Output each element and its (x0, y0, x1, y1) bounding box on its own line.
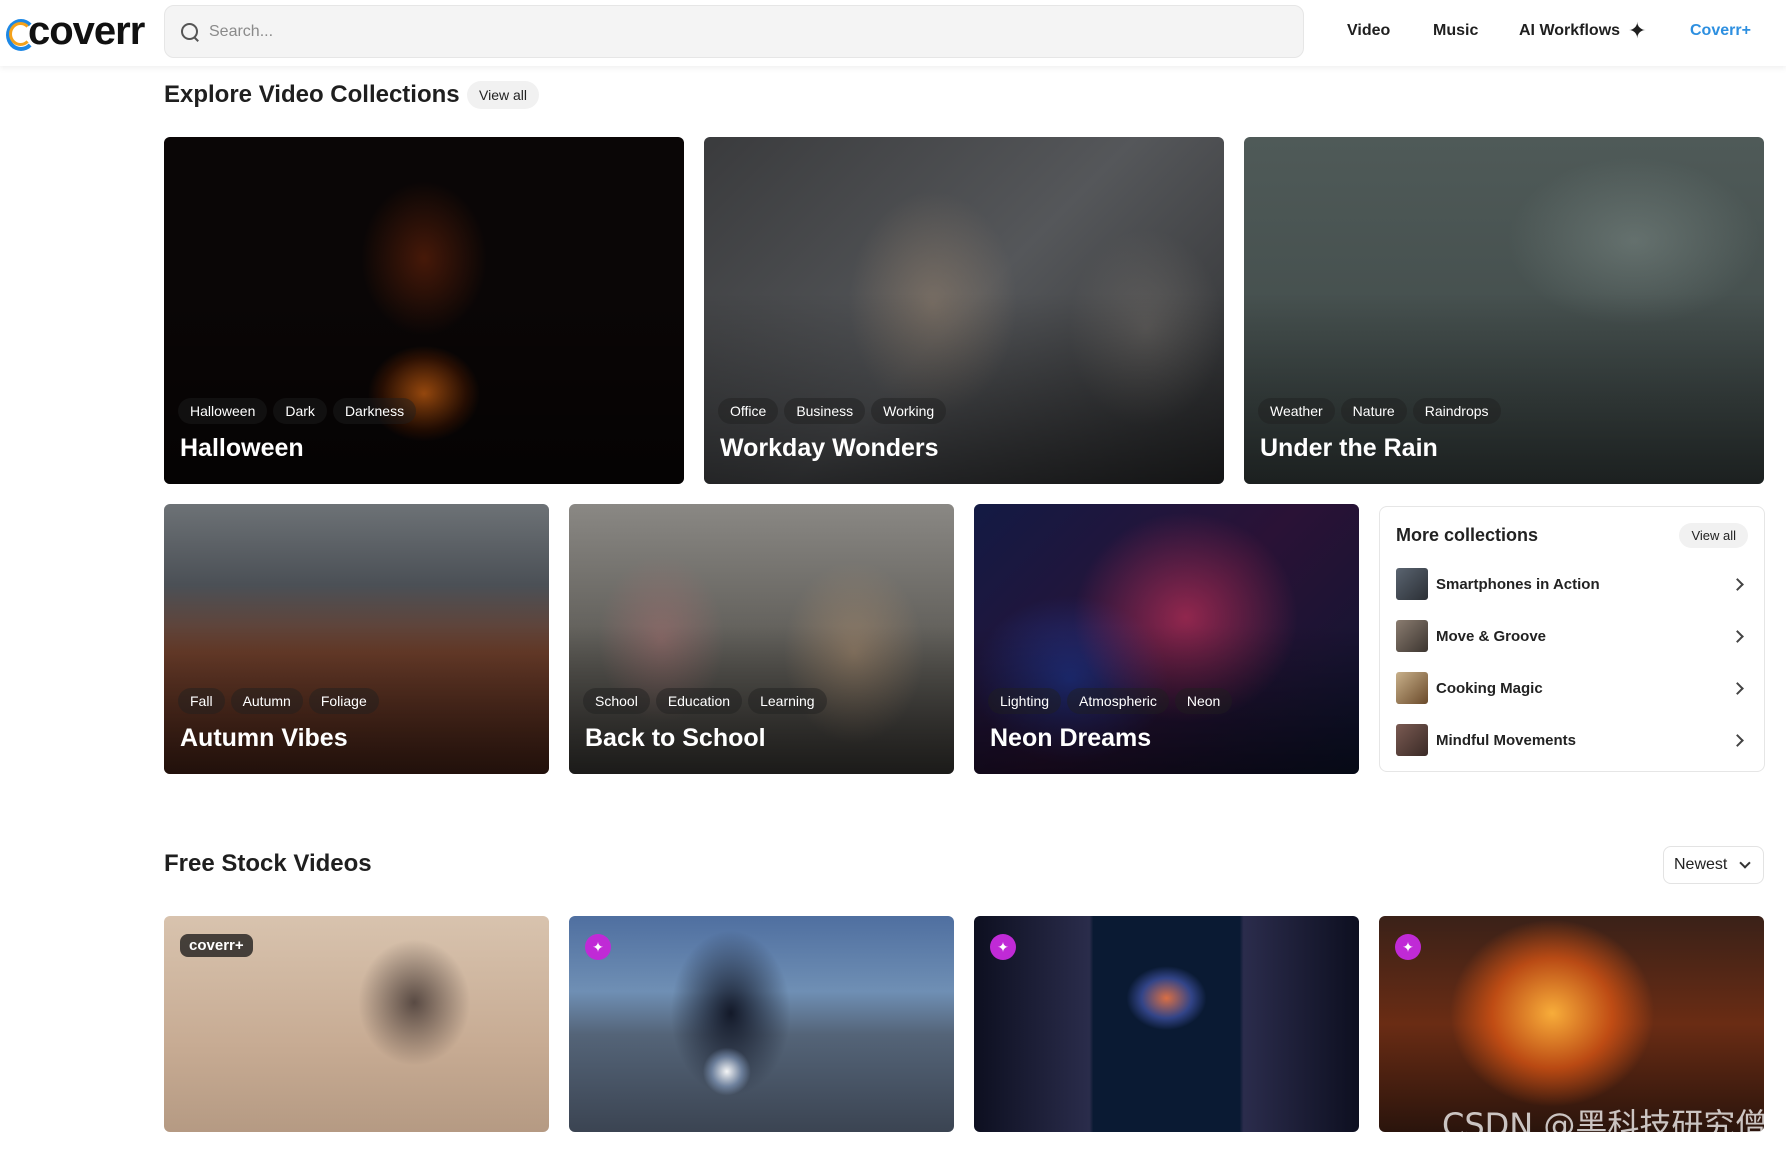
video-thumbnail (974, 916, 1359, 1132)
tag[interactable]: School (583, 688, 650, 714)
nav-video[interactable]: Video (1347, 18, 1390, 44)
card-tags: Weather Nature Raindrops (1258, 398, 1501, 424)
tag[interactable]: Working (871, 398, 947, 424)
collection-card-neon-dreams[interactable]: Lighting Atmospheric Neon Neon Dreams (974, 504, 1359, 774)
search-icon (181, 22, 199, 41)
more-collection-item[interactable]: Move & Groove (1396, 619, 1748, 653)
tag[interactable]: Fall (178, 688, 225, 714)
more-collection-label: Move & Groove (1436, 627, 1547, 645)
card-title: Halloween (180, 434, 304, 462)
nav-music[interactable]: Music (1433, 18, 1478, 44)
video-thumbnail (569, 916, 954, 1132)
more-collection-label: Smartphones in Action (1436, 575, 1600, 593)
logo-text: coverr (28, 9, 145, 53)
more-collections-view-all-button[interactable]: View all (1679, 523, 1748, 548)
ai-sparkle-icon: ✦ (990, 934, 1016, 960)
watermark: CSDN @黑科技研究僧 (1442, 1106, 1768, 1144)
tag[interactable]: Autumn (230, 688, 303, 714)
card-tags: Lighting Atmospheric Neon (988, 688, 1233, 714)
top-header: coverr Video Music AI Workflows ✦ Coverr… (0, 0, 1786, 66)
free-stock-title: Free Stock Videos (164, 850, 372, 877)
more-collection-label: Cooking Magic (1436, 679, 1543, 697)
tag[interactable]: Halloween (178, 398, 268, 424)
more-collection-label: Mindful Movements (1436, 731, 1577, 749)
video-card[interactable]: ✦ (569, 916, 954, 1132)
nav-ai-workflows[interactable]: AI Workflows ✦ (1519, 18, 1646, 44)
card-title: Back to School (585, 724, 766, 752)
tag[interactable]: Atmospheric (1067, 688, 1169, 714)
more-collection-item[interactable]: Cooking Magic (1396, 671, 1748, 705)
chevron-down-icon (1739, 857, 1752, 869)
more-collections-panel: More collections View all Smartphones in… (1379, 506, 1765, 772)
tag[interactable]: Business (784, 398, 866, 424)
card-tags: Fall Autumn Foliage (178, 688, 379, 714)
card-tags: School Education Learning (583, 688, 827, 714)
video-card[interactable]: ✦ (974, 916, 1359, 1132)
sort-select[interactable]: Newest (1663, 846, 1764, 884)
chevron-right-icon (1731, 629, 1744, 643)
collection-card-halloween[interactable]: Halloween Dark Darkness Halloween (164, 137, 684, 484)
tag[interactable]: Neon (1174, 688, 1233, 714)
search-input[interactable] (209, 22, 1209, 41)
coverr-logo[interactable]: coverr (6, 9, 145, 53)
tag[interactable]: Learning (748, 688, 827, 714)
card-title: Under the Rain (1260, 434, 1438, 462)
collection-thumbnail (1396, 672, 1428, 704)
more-collection-item[interactable]: Mindful Movements (1396, 723, 1748, 757)
nav-ai-workflows-label: AI Workflows (1519, 22, 1621, 39)
collection-thumbnail (1396, 724, 1428, 756)
card-tags: Halloween Dark Darkness (178, 398, 417, 424)
chevron-right-icon (1731, 733, 1744, 747)
collection-card-back-to-school[interactable]: School Education Learning Back to School (569, 504, 954, 774)
collections-title: Explore Video Collections (164, 81, 460, 108)
collections-view-all-button[interactable]: View all (467, 81, 539, 109)
tag[interactable]: Raindrops (1412, 398, 1501, 424)
tag[interactable]: Nature (1340, 398, 1407, 424)
more-collection-item[interactable]: Smartphones in Action (1396, 567, 1748, 601)
logo-icon (6, 17, 36, 51)
sparkle-icon: ✦ (1628, 18, 1647, 43)
collection-thumbnail (1396, 568, 1428, 600)
chevron-right-icon (1731, 681, 1744, 695)
nav-coverr-plus[interactable]: Coverr+ (1690, 18, 1751, 44)
tag[interactable]: Office (718, 398, 779, 424)
collection-thumbnail (1396, 620, 1428, 652)
collection-card-autumn-vibes[interactable]: Fall Autumn Foliage Autumn Vibes (164, 504, 549, 774)
card-title: Autumn Vibes (180, 724, 348, 752)
video-card[interactable]: coverr+ (164, 916, 549, 1132)
chevron-right-icon (1731, 577, 1744, 591)
tag[interactable]: Darkness (332, 398, 417, 424)
card-title: Neon Dreams (990, 724, 1152, 752)
ai-sparkle-icon: ✦ (1395, 934, 1421, 960)
tag[interactable]: Dark (273, 398, 327, 424)
tag[interactable]: Lighting (988, 688, 1062, 714)
tag[interactable]: Foliage (308, 688, 379, 714)
card-tags: Office Business Working (718, 398, 947, 424)
tag[interactable]: Education (655, 688, 743, 714)
sort-value: Newest (1674, 856, 1728, 873)
search-bar[interactable] (164, 5, 1304, 58)
ai-sparkle-icon: ✦ (585, 934, 611, 960)
more-collections-title: More collections (1396, 525, 1539, 545)
collection-card-under-the-rain[interactable]: Weather Nature Raindrops Under the Rain (1244, 137, 1764, 484)
coverr-plus-badge: coverr+ (180, 934, 253, 957)
collection-card-workday-wonders[interactable]: Office Business Working Workday Wonders (704, 137, 1224, 484)
tag[interactable]: Weather (1258, 398, 1335, 424)
card-title: Workday Wonders (720, 434, 939, 462)
